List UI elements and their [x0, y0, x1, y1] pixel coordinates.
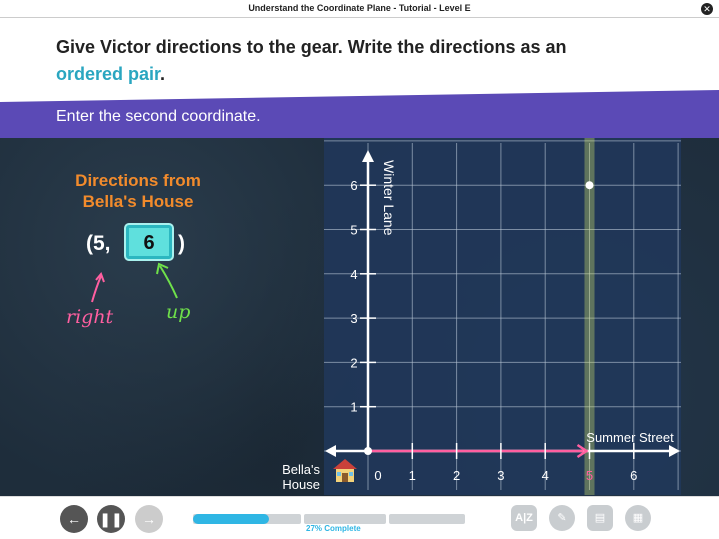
title-bar: Understand the Coordinate Plane - Tutori…	[0, 0, 719, 18]
origin-dot	[364, 447, 372, 455]
coordinate-plane[interactable]: 0 1 2 3 4 5 6 1 2 3 4 5 6 Summer Street Winter Lane	[324, 138, 681, 495]
pause-icon[interactable]: ❚❚	[97, 505, 125, 533]
instruction-text: Enter the second coordinate.	[56, 108, 261, 125]
up-label: up	[166, 301, 191, 323]
x-tick-label: 2	[453, 468, 460, 483]
y-tick-label: 4	[350, 267, 357, 282]
x-tick-label: 4	[542, 468, 549, 483]
progress-text: 27% Complete	[306, 524, 361, 533]
x-tick-label: 0	[374, 468, 381, 483]
back-arrow-icon[interactable]: ←	[60, 505, 88, 533]
pair-open: (5,	[86, 232, 111, 255]
prompt-text: Give Victor directions to the gear. Writ…	[56, 37, 567, 84]
y-tick-label: 6	[350, 178, 357, 193]
ordered-pair-link[interactable]: ordered pair	[56, 64, 160, 84]
x-tick-label: 6	[630, 468, 637, 483]
progress-bar	[193, 514, 473, 524]
y-axis-label: Winter Lane	[381, 160, 397, 236]
second-coordinate-input[interactable]: 6	[126, 225, 172, 259]
window-title: Understand the Coordinate Plane - Tutori…	[248, 3, 471, 13]
y-tick-label: 3	[350, 311, 357, 326]
close-icon[interactable]: ✕	[701, 3, 713, 15]
x-tick-label: 1	[409, 468, 416, 483]
pencil-icon[interactable]: ✎	[549, 505, 575, 531]
house-icon	[333, 459, 357, 482]
glossary-icon[interactable]: A|Z	[511, 505, 537, 531]
x-axis-label: Summer Street	[586, 430, 674, 445]
instruction-banner: Enter the second coordinate.	[0, 90, 719, 138]
progress-fill	[193, 514, 269, 524]
y-tick-label: 1	[350, 400, 357, 415]
right-label: right	[66, 306, 114, 328]
directions-title: Directions from Bella's House	[75, 171, 201, 211]
pair-close: )	[178, 232, 185, 255]
x-tick-label: 3	[497, 468, 504, 483]
calculator-icon[interactable]: ▦	[625, 505, 651, 531]
y-tick-label: 2	[350, 355, 357, 370]
origin-label: Bella's House	[282, 462, 320, 492]
x-tick-label: 5	[586, 468, 593, 483]
notepad-icon[interactable]: ▤	[587, 505, 613, 531]
forward-arrow-icon[interactable]: →	[135, 505, 163, 533]
gear-point	[585, 181, 594, 190]
y-tick-label: 5	[350, 223, 357, 238]
question-prompt: Give Victor directions to the gear. Writ…	[0, 18, 719, 94]
